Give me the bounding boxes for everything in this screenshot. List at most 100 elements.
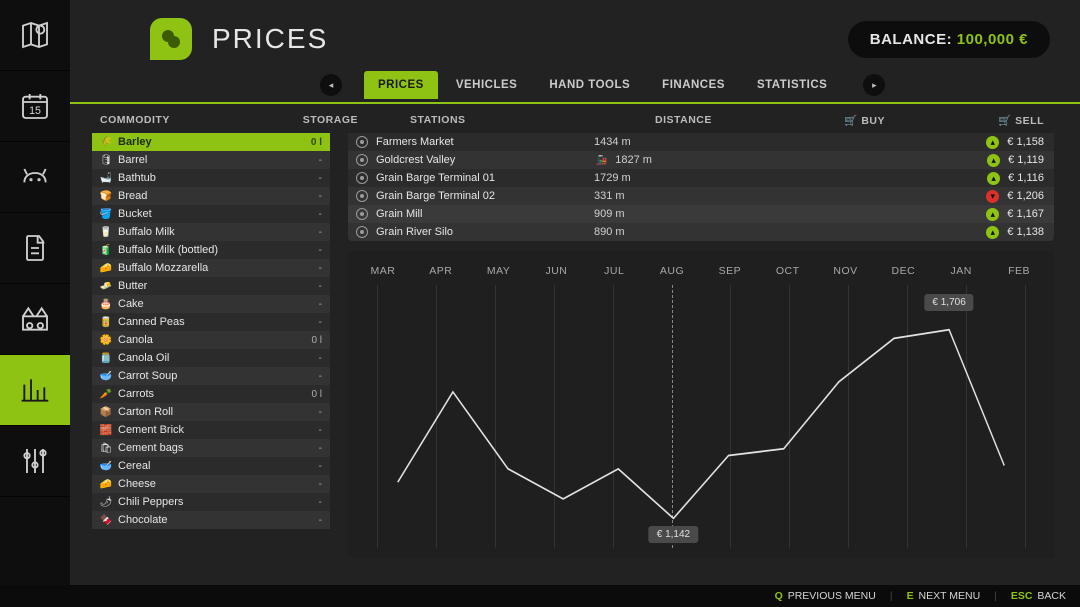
commodity-storage: - (319, 317, 322, 328)
commodity-row[interactable]: 🌶Chili Peppers- (92, 493, 330, 511)
page-title: PRICES (212, 23, 328, 55)
commodity-name: Canola (118, 334, 305, 346)
rail-production-icon[interactable] (0, 284, 70, 355)
prev-tab-button[interactable]: ◂ (320, 74, 342, 96)
station-list[interactable]: Farmers Market1434 m▴€ 1,158Goldcrest Va… (348, 133, 1054, 241)
commodity-row[interactable]: 🧱Cement Brick- (92, 421, 330, 439)
commodity-storage: - (319, 173, 322, 184)
commodity-name: Barley (118, 136, 305, 148)
station-name: Grain Barge Terminal 02 (376, 190, 586, 202)
commodity-list[interactable]: 🌾Barley0 l🛢Barrel-🛁Bathtub-🍞Bread- 🪣 Bucke… (92, 133, 330, 566)
commodity-row[interactable]: 🌾Barley0 l (92, 133, 330, 151)
commodity-icon: 🥣 (100, 370, 112, 382)
rail-animals-icon[interactable] (0, 142, 70, 213)
commodity-row[interactable]: 🧈 Butter- (92, 277, 330, 295)
rail-settings-icon[interactable] (0, 426, 70, 497)
prev-menu-hint: Q PREVIOUS MENU (775, 590, 876, 602)
commodity-icon: 🛢 (100, 154, 112, 166)
commodity-row[interactable]: 🥕Carrots0 l (92, 385, 330, 403)
station-row[interactable]: Grain River Silo890 m▴€ 1,138 (348, 223, 1054, 241)
trend-down-icon: ▾ (986, 190, 999, 203)
commodity-icon: 🌶 (100, 496, 112, 508)
rail-calendar-icon[interactable]: 15 (0, 71, 70, 142)
station-name: Grain Mill (376, 208, 586, 220)
station-row[interactable]: Farmers Market1434 m▴€ 1,158 (348, 133, 1054, 151)
commodity-name: Carton Roll (118, 406, 313, 418)
station-distance: 909 m (594, 208, 704, 220)
commodity-name: Cheese (118, 478, 313, 490)
balance-value: 100,000 € (957, 31, 1028, 48)
commodity-icon: 📦 (100, 406, 112, 418)
commodity-storage: - (319, 299, 322, 310)
commodity-row[interactable]: 🫙Canola Oil- (92, 349, 330, 367)
commodity-row[interactable]: 🎂 Cake- (92, 295, 330, 313)
commodity-icon: 🥛 (100, 226, 112, 238)
commodity-row[interactable]: 🛢Barrel- (92, 151, 330, 169)
next-tab-button[interactable]: ▸ (863, 74, 885, 96)
commodity-row[interactable]: 🍞Bread- (92, 187, 330, 205)
commodity-storage: 0 l (311, 335, 322, 346)
commodity-row[interactable]: 🛍Cement bags- (92, 439, 330, 457)
commodity-name: Buffalo Milk (bottled) (118, 244, 313, 256)
commodity-name: Carrot Soup (118, 370, 313, 382)
balance-label: BALANCE: (870, 31, 952, 48)
rail-prices-icon[interactable] (0, 355, 70, 426)
commodity-row[interactable]: 🧀Buffalo Mozzarella- (92, 259, 330, 277)
rail-map-icon[interactable] (0, 0, 70, 71)
commodity-icon: 🌼 (100, 334, 112, 346)
tab-hand-tools[interactable]: HAND TOOLS (535, 71, 644, 99)
commodity-name: Butter (118, 280, 313, 292)
train-icon: 🚂 (596, 155, 607, 166)
chart-high-tag: € 1,706 (924, 294, 973, 311)
station-row[interactable]: Grain Barge Terminal 02331 m▾€ 1,206 (348, 187, 1054, 205)
commodity-name: Canola Oil (118, 352, 313, 364)
commodity-name: Cake (118, 298, 313, 310)
trend-up-icon: ▴ (986, 226, 999, 239)
rail-contracts-icon[interactable] (0, 213, 70, 284)
tab-vehicles[interactable]: VEHICLES (442, 71, 532, 99)
commodity-row[interactable]: 🥣Carrot Soup- (92, 367, 330, 385)
commodity-row[interactable]: 🧀Cheese- (92, 475, 330, 493)
commodity-name: Bucket (118, 208, 313, 220)
price-chart: MARAPRMAYJUNJULAUGSEPOCTNOVDECJANFEB€ 1,… (348, 251, 1054, 558)
next-menu-hint: E NEXT MENU (907, 590, 981, 602)
commodity-storage: - (319, 443, 322, 454)
commodity-storage: - (319, 281, 322, 292)
commodity-icon: 🧃 (100, 244, 112, 256)
commodity-storage: - (319, 353, 322, 364)
commodity-row[interactable]: 🥛 Buffalo Milk- (92, 223, 330, 241)
commodity-storage: - (319, 263, 322, 274)
commodity-storage: - (319, 245, 322, 256)
commodity-icon: 🧈 (100, 280, 112, 292)
tab-prices[interactable]: PRICES (364, 71, 438, 99)
commodity-name: Cement bags (118, 442, 313, 454)
commodity-storage: - (319, 209, 322, 220)
location-icon (356, 226, 368, 238)
station-row[interactable]: Grain Mill 909 m ▴€ 1,167 (348, 205, 1054, 223)
commodity-row[interactable]: 🌼 Canola 0 l (92, 331, 330, 349)
commodity-row[interactable]: 🧃 Buffalo Milk (bottled)- (92, 241, 330, 259)
station-distance: 1827 m (615, 154, 725, 166)
commodity-row[interactable]: 🍫Chocolate- (92, 511, 330, 529)
station-name: Farmers Market (376, 136, 586, 148)
commodity-name: Cement Brick (118, 424, 313, 436)
commodity-name: Buffalo Milk (118, 226, 313, 238)
commodity-storage: - (319, 227, 322, 238)
commodity-row[interactable]: 🛁Bathtub- (92, 169, 330, 187)
station-row[interactable]: Grain Barge Terminal 011729 m▴€ 1,116 (348, 169, 1054, 187)
balance-badge: BALANCE: 100,000 € (848, 21, 1050, 58)
tab-finances[interactable]: FINANCES (648, 71, 739, 99)
commodity-storage: - (319, 425, 322, 436)
commodity-icon: 🪣 (100, 208, 112, 220)
tab-statistics[interactable]: STATISTICS (743, 71, 841, 99)
station-row[interactable]: Goldcrest Valley🚂1827 m▴€ 1,119 (348, 151, 1054, 169)
commodity-row[interactable]: 📦Carton Roll- (92, 403, 330, 421)
commodity-icon: 🛁 (100, 172, 112, 184)
commodity-name: Canned Peas (118, 316, 313, 328)
commodity-storage: - (319, 461, 322, 472)
commodity-row[interactable]: 🥣Cereal- (92, 457, 330, 475)
station-sell: ▴€ 1,167 (974, 208, 1044, 221)
commodity-icon: 🎂 (100, 298, 112, 310)
commodity-row[interactable]: 🥫Canned Peas- (92, 313, 330, 331)
commodity-row[interactable]: 🪣 Bucket- (92, 205, 330, 223)
